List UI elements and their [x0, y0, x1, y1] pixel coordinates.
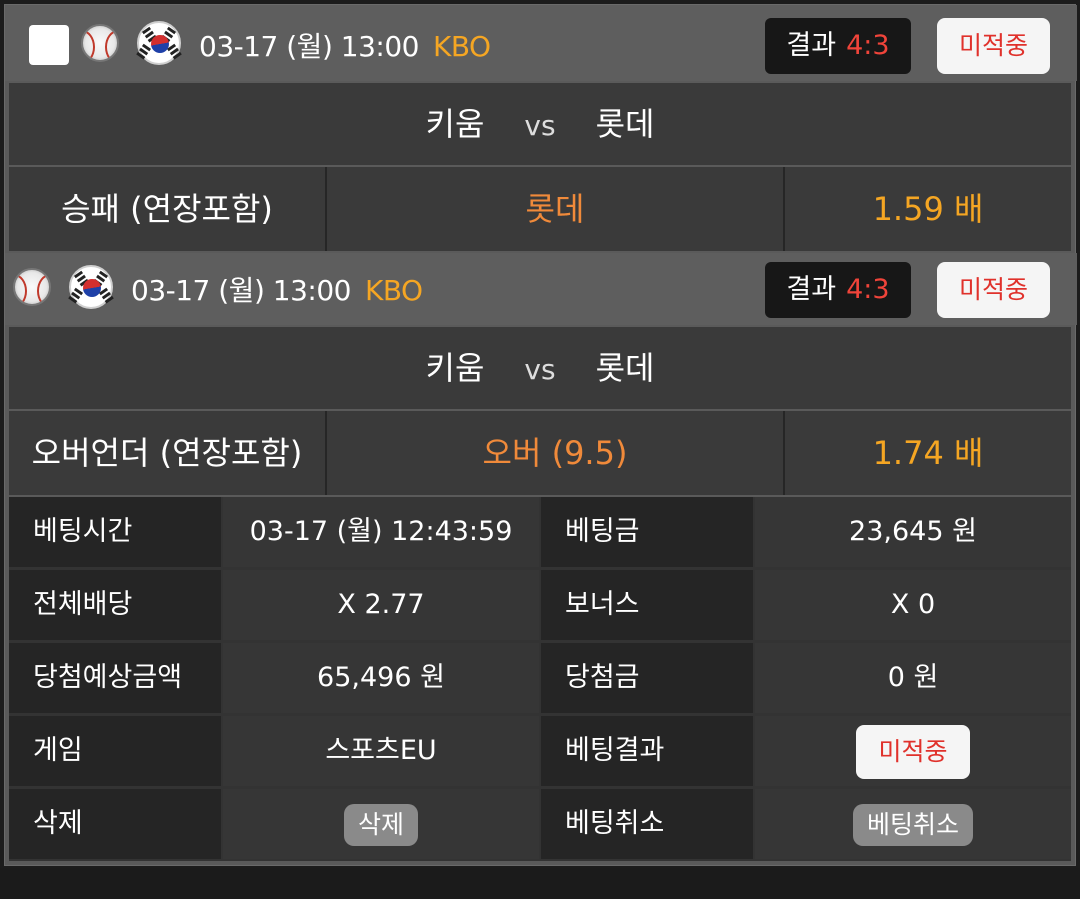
total-odds-label: 전체배당: [9, 570, 221, 640]
bet-amount-label: 베팅금: [541, 497, 753, 567]
expected-win-label: 당첨예상금액: [9, 643, 221, 713]
away-team: 롯데: [595, 105, 655, 143]
score: 4:3: [846, 274, 890, 305]
korea-flag-icon: [69, 265, 113, 309]
bet-time-value: 03-17 (월) 12:43:59: [223, 497, 539, 567]
result-label: 결과: [786, 30, 837, 61]
bet-time-label: 베팅시간: [9, 497, 221, 567]
baseball-icon: [81, 24, 119, 62]
cancel-bet-cell: 베팅취소: [755, 789, 1071, 859]
league-label: KBO: [364, 274, 423, 307]
status-badge: 미적중: [937, 262, 1050, 318]
pick-row-2: 오버언더 (연장포함) 오버 (9.5) 1.74 배: [9, 411, 1071, 495]
bet-result-label: 베팅결과: [541, 716, 753, 786]
pick-row-1: 승패 (연장포함) 롯데 1.59 배: [9, 167, 1071, 251]
match-datetime: 03-17 (월) 13:00 KBO: [199, 25, 491, 65]
market-label: 승패 (연장포함): [9, 167, 325, 251]
bonus-label: 보너스: [541, 570, 753, 640]
bet-header-2: 03-17 (월) 13:00 KBO 결과 4:3 미적중: [5, 253, 1077, 325]
bet-slip: 03-17 (월) 13:00 KBO 결과 4:3 미적중 키움 vs 롯데 승패 (…: [4, 4, 1077, 866]
cancel-bet-label: 베팅취소: [541, 789, 753, 859]
score: 4:3: [846, 30, 890, 61]
home-team: 키움: [425, 349, 485, 387]
select-checkbox[interactable]: [29, 25, 69, 65]
match-datetime: 03-17 (월) 13:00 KBO: [131, 269, 423, 309]
cancel-bet-button[interactable]: 베팅취소: [852, 803, 973, 846]
game-value: 스포츠EU: [223, 716, 539, 786]
bet-header-1: 03-17 (월) 13:00 KBO 결과 4:3 미적중: [5, 5, 1077, 81]
summary-row: 베팅시간 03-17 (월) 12:43:59 베팅금 23,645 원: [9, 497, 1071, 567]
result-label: 결과: [786, 274, 837, 305]
teams-row-1: 키움 vs 롯데: [9, 83, 1071, 165]
league-label: KBO: [432, 30, 491, 63]
odds-label: 1.74 배: [785, 411, 1071, 495]
korea-flag-icon: [137, 21, 181, 65]
win-amount-label: 당첨금: [541, 643, 753, 713]
baseball-icon: [13, 268, 51, 306]
bet-amount-value: 23,645 원: [755, 497, 1071, 567]
teams-row-2: 키움 vs 롯데: [9, 327, 1071, 409]
game-label: 게임: [9, 716, 221, 786]
summary-row: 게임 스포츠EU 베팅결과 미적중: [9, 716, 1071, 786]
match-date: 03-17 (월) 13:00: [199, 30, 419, 63]
status-badge: 미적중: [937, 18, 1050, 74]
delete-label: 삭제: [9, 789, 221, 859]
market-label: 오버언더 (연장포함): [9, 411, 325, 495]
home-team: 키움: [425, 105, 485, 143]
result-badge: 결과 4:3: [765, 262, 911, 318]
bet-result-cell: 미적중: [755, 716, 1071, 786]
total-odds-value: X 2.77: [223, 570, 539, 640]
vs-label: vs: [524, 353, 556, 386]
pick-label: 롯데: [327, 167, 783, 251]
odds-label: 1.59 배: [785, 167, 1071, 251]
win-amount-value: 0 원: [755, 643, 1071, 713]
expected-win-value: 65,496 원: [223, 643, 539, 713]
away-team: 롯데: [595, 349, 655, 387]
bonus-value: X 0: [755, 570, 1071, 640]
delete-cell: 삭제: [223, 789, 539, 859]
summary-row: 전체배당 X 2.77 보너스 X 0: [9, 570, 1071, 640]
summary-row: 삭제 삭제 베팅취소 베팅취소: [9, 789, 1071, 859]
pick-label: 오버 (9.5): [327, 411, 783, 495]
summary-row: 당첨예상금액 65,496 원 당첨금 0 원: [9, 643, 1071, 713]
match-date: 03-17 (월) 13:00: [131, 274, 351, 307]
vs-label: vs: [524, 109, 556, 142]
delete-button[interactable]: 삭제: [343, 803, 418, 846]
bet-summary-table: 베팅시간 03-17 (월) 12:43:59 베팅금 23,645 원 전체배…: [9, 497, 1071, 861]
result-badge: 결과 4:3: [765, 18, 911, 74]
bottom-bar: [0, 868, 1080, 899]
bet-result-badge: 미적중: [856, 724, 970, 779]
